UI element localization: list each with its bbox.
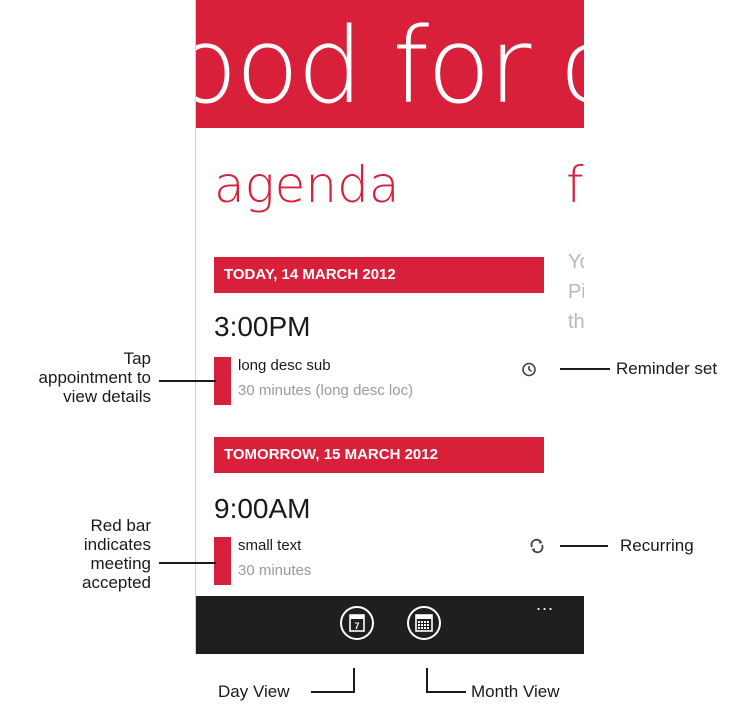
panorama-title: ood for c — [196, 5, 584, 127]
callout-leader-line — [426, 691, 466, 693]
callout-month-view: Month View — [471, 682, 560, 701]
callout-day-view: Day View — [218, 682, 290, 701]
day-view-icon: 7 — [349, 614, 365, 632]
callout-recurring: Recurring — [620, 536, 694, 555]
appointment-subject: small text — [238, 537, 302, 554]
callout-leader-line — [311, 691, 355, 693]
callout-leader-line — [560, 545, 608, 547]
next-section-title[interactable]: f — [566, 160, 584, 210]
appointment-time: 9:00AM — [214, 493, 311, 524]
phone-screen: ood for c agenda f Yo Pi th TODAY, 14 MA… — [196, 0, 584, 654]
appointment-item[interactable]: long desc sub 30 minutes (long desc loc) — [214, 357, 454, 405]
callout-leader-line — [426, 668, 428, 692]
callout-line: meeting — [90, 554, 151, 573]
month-view-button[interactable] — [407, 606, 441, 640]
appointment-duration: 30 minutes — [238, 562, 312, 579]
more-options-button[interactable]: ... — [536, 595, 554, 613]
application-bar: 7 ... — [196, 595, 584, 654]
appointment-time: 3:00PM — [214, 311, 311, 342]
callout-line: accepted — [82, 573, 151, 592]
alarm-clock-icon — [522, 362, 536, 377]
svg-text:7: 7 — [354, 621, 359, 631]
accepted-status-bar — [214, 537, 231, 585]
callout-line: Tap — [123, 349, 151, 368]
next-section-peek-line: Pi — [568, 281, 584, 303]
callout-line: appointment to — [38, 368, 151, 387]
callout-line: indicates — [83, 535, 151, 554]
day-view-button[interactable]: 7 — [340, 606, 374, 640]
appointment-subject: long desc sub — [238, 357, 331, 374]
callout-leader-line — [560, 368, 610, 370]
callout-line: Red bar — [90, 516, 151, 535]
callout-leader-line — [159, 380, 216, 382]
next-section-peek-line: Yo — [568, 251, 584, 273]
recurring-icon — [530, 538, 544, 554]
date-header-tomorrow: TOMORROW, 15 MARCH 2012 — [214, 437, 544, 473]
callout-reminder-set: Reminder set — [616, 359, 718, 378]
panorama-header: ood for c — [196, 0, 584, 128]
accepted-status-bar — [214, 357, 231, 405]
month-view-icon — [415, 614, 433, 632]
appointment-item[interactable]: small text 30 minutes — [214, 537, 454, 585]
callout-red-bar: Red bar indicates meeting accepted — [0, 516, 151, 592]
date-header-today: TODAY, 14 MARCH 2012 — [214, 257, 544, 293]
callout-leader-line — [159, 562, 216, 564]
section-title-agenda: agenda — [214, 156, 400, 214]
callout-line: view details — [63, 387, 151, 406]
next-section-peek-line: th — [568, 311, 584, 333]
appointment-duration-location: 30 minutes (long desc loc) — [238, 382, 414, 399]
callout-tap-appointment: Tap appointment to view details — [0, 349, 151, 406]
callout-leader-line — [353, 668, 355, 692]
